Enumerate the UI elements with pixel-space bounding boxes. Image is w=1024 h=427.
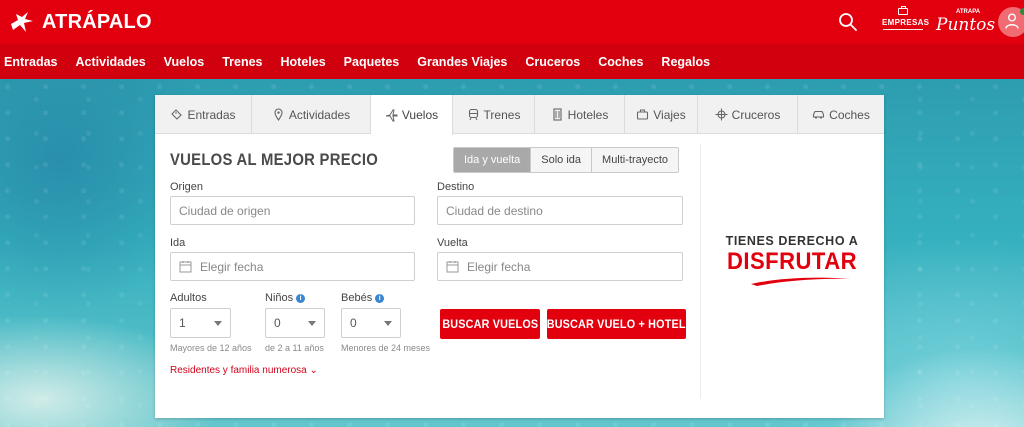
adultos-hint: Mayores de 12 años [170,343,252,353]
nav-item-trenes[interactable]: Trenes [222,55,262,69]
chevron-down-icon: ⌄ [309,365,318,376]
search-button[interactable] [838,12,858,32]
status-dot [1020,8,1024,15]
bebes-value: 0 [350,316,357,330]
ninos-hint: de 2 a 11 años [265,343,324,353]
user-account-button[interactable] [998,7,1024,37]
tab-label: Vuelos [401,108,439,122]
puntos-label: Puntos [936,15,996,35]
adultos-select[interactable]: 1 [170,308,231,338]
nav-item-coches[interactable]: Coches [598,55,643,69]
promo-line1: TIENES DERECHO A [725,234,859,248]
trip-type-multi[interactable]: Multi-trayecto [592,148,679,172]
pin-icon [274,108,283,121]
tab-hoteles[interactable]: Hoteles [535,95,625,134]
destino-label: Destino [437,181,475,193]
bebes-select[interactable]: 0 [341,308,401,338]
trip-type-oneway[interactable]: Solo ida [531,148,593,172]
logo-text: ATRÁPALO [42,10,152,33]
info-icon[interactable]: i [296,294,306,303]
ticket-icon [171,109,183,120]
tab-viajes[interactable]: Viajes [625,95,698,134]
tab-label: Actividades [288,107,351,122]
tab-label: Cruceros [731,107,781,122]
trip-type-round[interactable]: Ida y vuelta [454,148,532,172]
calendar-icon [179,261,192,273]
nav-item-grandes-viajes[interactable]: Grandes Viajes [417,55,507,69]
nav-item-entradas[interactable]: Entradas [4,55,58,69]
origen-input[interactable]: Ciudad de origen [170,196,415,225]
tab-actividades[interactable]: Actividades [252,95,371,134]
swoosh-underline-icon [751,277,851,286]
nav-item-hoteles[interactable]: Hoteles [281,55,326,69]
buscar-vuelo-hotel-label: BUSCAR VUELO + HOTEL [547,317,686,331]
origen-label: Origen [170,181,204,193]
tab-label: Viajes [653,107,686,122]
info-icon[interactable]: i [375,294,385,303]
main-nav: Entradas Actividades Vuelos Trenes Hotel… [0,44,1024,79]
ninos-label-wrap: Niños i [265,292,306,304]
bebes-label-wrap: Bebés i [341,292,385,304]
tab-trenes[interactable]: Trenes [453,95,535,134]
bebes-label: Bebés [341,292,373,304]
nav-item-paquetes[interactable]: Paquetes [344,55,400,69]
calendar-icon [446,261,459,273]
promo-banner[interactable]: TIENES DERECHO A DISFRUTAR [700,134,884,418]
car-icon [813,110,825,119]
ida-label: Ida [170,237,186,249]
trip-type-toggle: Ida y vuelta Solo ida Multi-trayecto [453,147,680,173]
building-icon [553,108,562,121]
ida-placeholder: Elegir fecha [200,259,264,274]
runner-logo-icon [11,12,33,32]
wheel-icon [715,108,728,121]
buscar-vuelos-button[interactable]: BUSCAR VUELOS [440,309,540,339]
origen-placeholder: Ciudad de origen [179,203,271,218]
suitcase-icon [637,109,649,120]
atrapa-puntos-link[interactable]: ATRAPA Puntos [936,9,995,37]
empresas-underline [883,29,923,30]
destino-input[interactable]: Ciudad de destino [437,196,683,225]
user-icon [1005,13,1019,29]
buscar-vuelos-label: BUSCAR VUELOS [442,317,538,331]
search-icon [839,13,857,31]
tab-vuelos[interactable]: Vuelos [371,95,453,135]
nav-item-regalos[interactable]: Regalos [661,55,710,69]
section-title: VUELOS AL MEJOR PRECIO [170,151,379,169]
vuelta-date-input[interactable]: Elegir fecha [437,252,683,281]
tab-label: Entradas [187,107,236,122]
divider [700,144,701,399]
ninos-label: Niños [265,292,294,304]
buscar-vuelo-hotel-button[interactable]: BUSCAR VUELO + HOTEL [547,309,686,339]
ninos-value: 0 [274,316,281,330]
adultos-value: 1 [179,316,186,330]
tab-label: Hoteles [567,107,609,122]
logo[interactable]: ATRÁPALO [8,7,152,37]
train-icon [468,108,478,121]
tab-label: Trenes [483,107,521,122]
tab-coches[interactable]: Coches [798,95,884,134]
nav-item-cruceros[interactable]: Cruceros [525,55,580,69]
ida-date-input[interactable]: Elegir fecha [170,252,415,281]
vuelta-placeholder: Elegir fecha [467,259,531,274]
tab-label: Coches [829,107,870,122]
nav-item-actividades[interactable]: Actividades [76,55,146,69]
residentes-link[interactable]: Residentes y familia numerosa ⌄ [170,365,318,376]
destino-placeholder: Ciudad de destino [446,203,543,218]
tab-entradas[interactable]: Entradas [155,95,252,134]
ninos-select[interactable]: 0 [265,308,325,338]
empresas-label: EMPRESAS [882,18,930,27]
adultos-label: Adultos [170,292,207,304]
top-bar: ATRÁPALO EMPRESAS ATRAPA Puntos [0,0,1024,44]
empresas-link[interactable]: EMPRESAS [882,6,929,36]
search-panel: Entradas Actividades Vuelos Trenes Hotel… [155,95,884,418]
plane-icon [385,109,398,121]
vuelta-label: Vuelta [437,237,468,249]
promo-line2: DISFRUTAR [726,248,858,275]
briefcase-icon [898,6,908,15]
product-tabs: Entradas Actividades Vuelos Trenes Hotel… [155,95,884,135]
nav-item-vuelos[interactable]: Vuelos [164,55,205,69]
bebes-hint: Menores de 24 meses [341,343,431,353]
tab-cruceros[interactable]: Cruceros [698,95,798,134]
residentes-label: Residentes y familia numerosa [170,365,307,376]
